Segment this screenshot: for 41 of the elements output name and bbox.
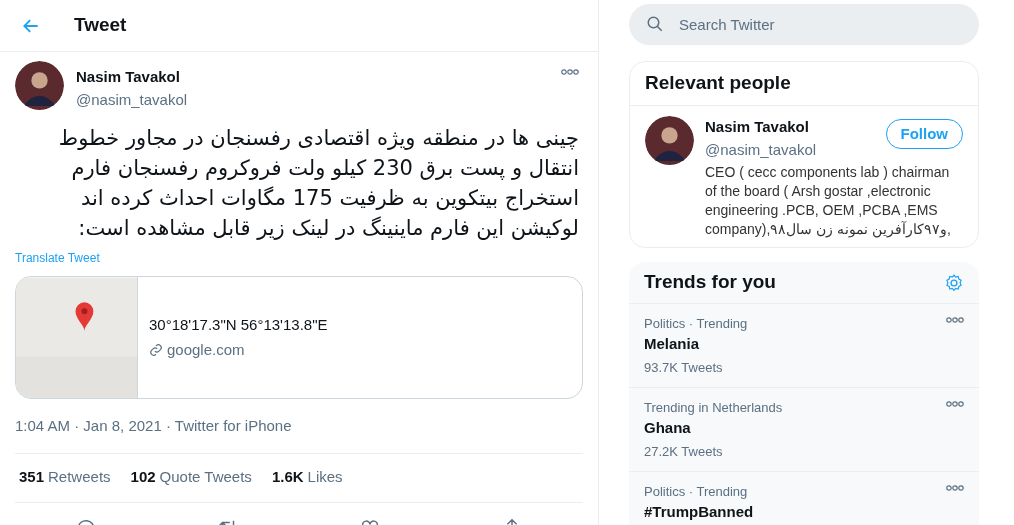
trend-name: Ghana: [644, 419, 692, 437]
stat-label[interactable]: Quote Tweets: [159, 466, 252, 489]
stat-count: 102: [130, 467, 156, 488]
trend-context: Politics · Trending: [644, 316, 748, 332]
avatar[interactable]: [645, 116, 694, 165]
trend-count: 27.2K Tweets: [644, 444, 724, 460]
tweet-text: چینی ها در منطقه ویژه اقتصادی رفسنجان در مجاور خطوط انتقال و پست برق 230 کیلو ولت فروکروم رفسنجان فارم استخراج بیتکوین به ظرفیت 175 مگاوات احداث کرده اند لوکیشن این فارم ماینینگ در لینک زیر قابل مشاهده است:: [57, 125, 580, 242]
trend-item[interactable]: Trending in Netherlands Ghana 27.2K Tweets: [629, 388, 979, 472]
trend-context: Politics · Trending: [644, 484, 749, 500]
search-field[interactable]: Search Twitter: [629, 4, 979, 45]
trend-count: 93.7K Tweets: [644, 360, 724, 376]
section-title: Trends for you: [644, 270, 776, 295]
more-icon[interactable]: [946, 401, 964, 407]
stat-label[interactable]: Likes: [307, 466, 343, 489]
person-handle[interactable]: @nasim_tavakol: [705, 138, 817, 161]
section-title: Relevant people: [645, 71, 791, 96]
page-title: Tweet: [74, 13, 127, 38]
avatar[interactable]: [15, 61, 64, 110]
more-icon[interactable]: [561, 69, 579, 75]
trend-name: Melania: [644, 335, 701, 353]
card-domain: google.com: [167, 340, 245, 360]
link-card[interactable]: 30°18'17.3"N 56°13'13.8"E google.com: [15, 276, 583, 399]
more-icon[interactable]: [946, 317, 964, 323]
link-icon: [149, 343, 163, 358]
trend-name: #TrumpBanned: [644, 503, 754, 521]
stat-count: 1.6K: [271, 467, 304, 488]
translate-link[interactable]: Translate Tweet: [15, 249, 100, 267]
stat-count: 351: [19, 467, 45, 488]
trend-item[interactable]: Politics · Trending #TrumpBanned: [629, 472, 979, 525]
author-handle[interactable]: @nasim_tavakol: [76, 88, 549, 111]
settings-icon[interactable]: [944, 272, 964, 293]
tweet-meta: 1:04 AM · Jan 8, 2021 · Twitter for iPhone: [15, 416, 293, 436]
person-bio: CEO ( cecc components lab ) chairman of the board ( Arsh gostar ,electronic engineering .PCB, OEM ,PCBA ,EMS company),۹۸و۹۷کارآفرین نمونه زن سال,: [705, 163, 952, 239]
trend-item[interactable]: Politics · Trending Melania 93.7K Tweets: [629, 304, 979, 388]
person-name[interactable]: Nasim Tavakol: [705, 116, 817, 139]
search-icon: [646, 15, 664, 33]
more-icon[interactable]: [946, 485, 964, 491]
trend-context: Trending in Netherlands: [644, 400, 783, 416]
author-name[interactable]: Nasim Tavakol: [76, 66, 549, 89]
stat-label[interactable]: Retweets: [48, 466, 111, 489]
card-title: 30°18'17.3"N 56°13'13.8"E: [149, 314, 328, 335]
